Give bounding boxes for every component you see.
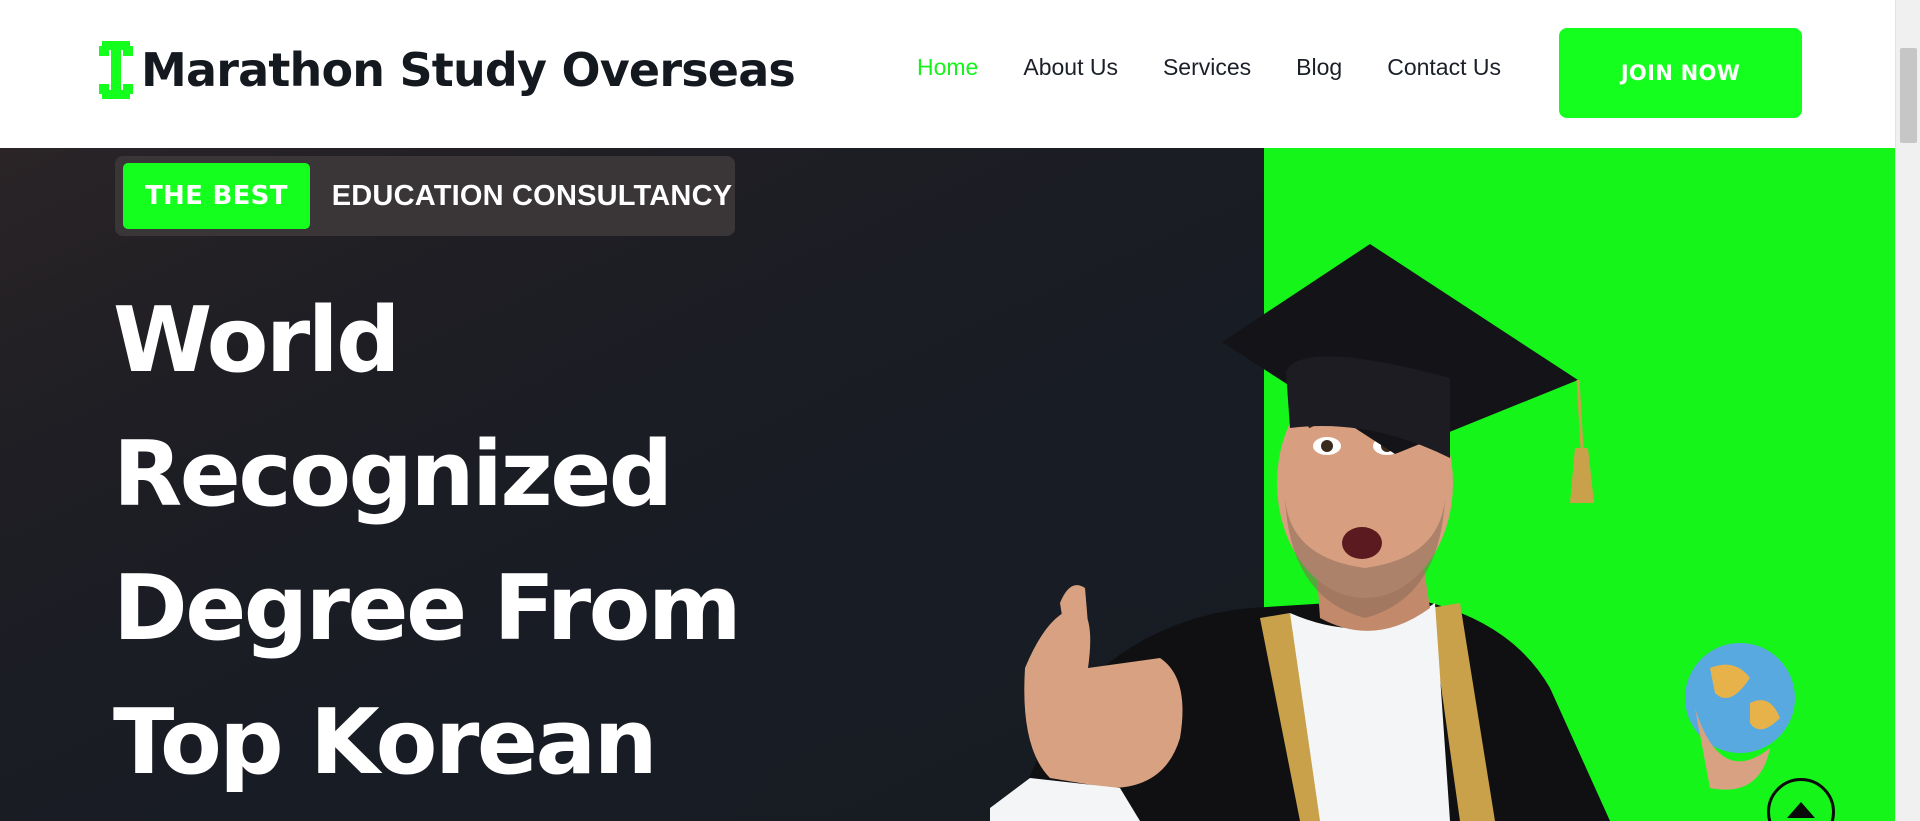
- scrollbar-thumb[interactable]: [1900, 48, 1917, 143]
- graduate-hero-image: [990, 244, 1795, 821]
- nav-about-us[interactable]: About Us: [1023, 54, 1118, 81]
- hero-heading-line: Recognized: [113, 422, 673, 527]
- hero-heading: World Recognized Degree From Top Korean: [113, 274, 1013, 810]
- badge-highlight: THE BEST: [123, 163, 310, 229]
- hero-badge: THE BEST EDUCATION CONSULTANCY: [115, 156, 735, 236]
- dumbbell-icon: [99, 41, 133, 99]
- scroll-to-top-button[interactable]: [1767, 778, 1835, 821]
- hero-section: THE BEST EDUCATION CONSULTANCY World Rec…: [0, 148, 1895, 821]
- join-now-button[interactable]: JOIN NOW: [1559, 28, 1802, 118]
- hero-heading-line: Top Korean: [113, 690, 658, 795]
- nav-contact-us[interactable]: Contact Us: [1387, 54, 1501, 81]
- arrow-up-icon: [1787, 802, 1815, 818]
- nav-home[interactable]: Home: [917, 54, 978, 81]
- logo-text: Marathon Study Overseas: [141, 43, 796, 97]
- page: Marathon Study Overseas Home About Us Se…: [0, 0, 1920, 821]
- site-header: Marathon Study Overseas Home About Us Se…: [0, 0, 1895, 148]
- page-scrollbar[interactable]: [1895, 0, 1920, 821]
- hero-heading-line: World: [113, 288, 401, 393]
- nav-blog[interactable]: Blog: [1296, 54, 1342, 81]
- hero-heading-line: Degree From: [113, 556, 742, 661]
- badge-text: EDUCATION CONSULTANCY: [331, 179, 733, 212]
- logo[interactable]: Marathon Study Overseas: [99, 40, 796, 100]
- nav-services[interactable]: Services: [1163, 54, 1251, 81]
- main-nav: Home About Us Services Blog Contact Us: [917, 54, 1546, 81]
